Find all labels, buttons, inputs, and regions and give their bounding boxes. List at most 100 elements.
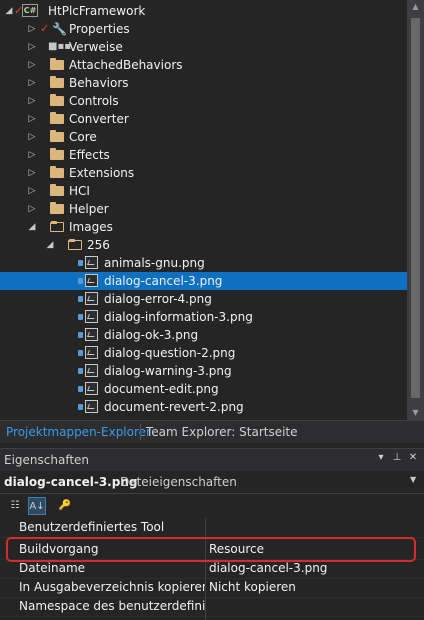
property-grid: Benutzerdefiniertes Tool Buildvorgang Re…	[0, 518, 424, 620]
image-file-icon	[85, 310, 98, 323]
tree-row-file[interactable]: dialog-ok-3.png	[0, 326, 407, 344]
tab-solution-explorer[interactable]: Projektmappen-Explorer	[2, 421, 155, 443]
folder-icon	[50, 148, 64, 160]
close-icon[interactable]: ✕	[406, 452, 420, 468]
column-divider[interactable]	[205, 518, 206, 620]
image-file-icon	[85, 256, 98, 269]
csharp-project-icon: C#	[22, 4, 38, 17]
collapse-arrow-icon[interactable]: ◢	[27, 218, 37, 236]
scroll-up-arrow-icon[interactable]: ▲	[407, 0, 424, 14]
property-row[interactable]: Dateiname dialog-cancel-3.png	[0, 559, 424, 579]
tree-item-label: Behaviors	[69, 76, 129, 90]
image-file-icon	[85, 400, 98, 413]
project-label: HtPlcFramework	[48, 4, 146, 18]
image-file-icon	[85, 364, 98, 377]
tree-row-folder[interactable]: ▷ Controls	[0, 92, 407, 110]
expand-arrow-icon[interactable]: ▷	[27, 38, 37, 56]
collapse-arrow-icon[interactable]: ◢	[4, 2, 14, 20]
property-row[interactable]: Namespace des benutzerdefinierten	[0, 597, 424, 617]
expand-arrow-icon[interactable]: ▷	[27, 56, 37, 74]
categorized-icon[interactable]: ☷	[6, 497, 24, 515]
tree-row-file[interactable]: dialog-information-3.png	[0, 308, 407, 326]
tree-item-label: Images	[69, 220, 113, 234]
file-label: dialog-error-4.png	[104, 292, 212, 306]
lock-icon	[78, 314, 83, 320]
lock-icon	[78, 296, 83, 302]
tree-row-file[interactable]: animals-gnu.png	[0, 254, 407, 272]
tree-row-file[interactable]: dialog-error-4.png	[0, 290, 407, 308]
image-file-icon	[85, 292, 98, 305]
tree-row-folder[interactable]: ▷ Effects	[0, 146, 407, 164]
tree-row-folder-images[interactable]: ◢ Images	[0, 218, 407, 236]
lock-icon	[78, 332, 83, 338]
file-label: dialog-ok-3.png	[104, 328, 199, 342]
property-pages-icon[interactable]: 🔑	[56, 497, 74, 515]
tree-row-folder-256[interactable]: ◢ 256	[0, 236, 407, 254]
tree-row-references[interactable]: ▷ ■▪▪ Verweise	[0, 38, 407, 56]
folder-open-icon	[68, 239, 82, 250]
expand-arrow-icon[interactable]: ▷	[27, 110, 37, 128]
folder-icon	[50, 76, 64, 88]
expand-arrow-icon[interactable]: ▷	[27, 20, 37, 38]
property-name: Namespace des benutzerdefinierten	[19, 599, 205, 613]
tree-row-file-selected[interactable]: dialog-cancel-3.png	[0, 272, 407, 290]
chevron-down-icon[interactable]: ▼	[410, 475, 416, 484]
pending-check-icon: ✓	[40, 22, 50, 35]
tree-row-folder[interactable]: ▷ HCI	[0, 182, 407, 200]
dropdown-icon[interactable]: ▾	[374, 452, 388, 468]
image-file-icon	[85, 382, 98, 395]
properties-panel-header: Eigenschaften ▾ ⊥ ✕	[0, 448, 424, 471]
references-icon: ■▪▪	[48, 41, 72, 52]
lock-icon	[78, 260, 83, 266]
file-label: dialog-warning-3.png	[104, 364, 232, 378]
image-file-icon	[85, 274, 98, 287]
expand-arrow-icon[interactable]: ▷	[27, 182, 37, 200]
tree-row-file[interactable]: document-edit.png	[0, 380, 407, 398]
tree-row-folder[interactable]: ▷ Extensions	[0, 164, 407, 182]
properties-title: Eigenschaften	[4, 453, 90, 467]
property-row[interactable]: In Ausgabeverzeichnis kopieren Nicht kop…	[0, 578, 424, 598]
scroll-thumb[interactable]	[411, 18, 420, 398]
tree-row-folder[interactable]: ▷ Behaviors	[0, 74, 407, 92]
file-label: dialog-cancel-3.png	[104, 274, 223, 288]
tree-item-label: Core	[69, 130, 97, 144]
highlight-box	[6, 537, 416, 562]
file-label: dialog-information-3.png	[104, 310, 253, 324]
expand-arrow-icon[interactable]: ▷	[27, 200, 37, 218]
tree-row-file[interactable]: dialog-warning-3.png	[0, 362, 407, 380]
expand-arrow-icon[interactable]: ▷	[27, 74, 37, 92]
tree-row-folder[interactable]: ▷ Core	[0, 128, 407, 146]
expand-arrow-icon[interactable]: ▷	[27, 164, 37, 182]
property-row[interactable]: Benutzerdefiniertes Tool	[0, 518, 424, 538]
explorer-tabs: Projektmappen-Explorer Team Explorer: St…	[0, 420, 424, 443]
expand-arrow-icon[interactable]: ▷	[27, 128, 37, 146]
collapse-arrow-icon[interactable]: ◢	[45, 236, 55, 254]
tab-team-explorer[interactable]: Team Explorer: Startseite	[142, 421, 302, 443]
folder-icon	[50, 166, 64, 178]
lock-icon	[78, 404, 83, 410]
tree-item-label: AttachedBehaviors	[69, 58, 183, 72]
tree-row-file[interactable]: document-revert-2.png	[0, 398, 407, 416]
alphabetical-icon[interactable]: A↓	[28, 497, 46, 515]
folder-icon	[50, 58, 64, 70]
tree-row-folder[interactable]: ▷ Converter	[0, 110, 407, 128]
tree-scrollbar[interactable]: ▲ ▼	[407, 0, 424, 420]
property-value[interactable]: Nicht kopieren	[209, 578, 419, 597]
solution-explorer-tree: ◢ ✓ C# HtPlcFramework ▷ ✓ 🔧 Properties ▷…	[0, 0, 407, 420]
property-name: Benutzerdefiniertes Tool	[19, 520, 165, 534]
tree-item-label: Effects	[69, 148, 110, 162]
tree-row-properties[interactable]: ▷ ✓ 🔧 Properties	[0, 20, 407, 38]
tree-row-project[interactable]: ◢ ✓ C# HtPlcFramework	[0, 2, 407, 20]
scroll-down-arrow-icon[interactable]: ▼	[407, 406, 424, 420]
expand-arrow-icon[interactable]: ▷	[27, 146, 37, 164]
file-label: document-revert-2.png	[104, 400, 244, 414]
pin-icon[interactable]: ⊥	[390, 452, 404, 468]
tree-row-folder[interactable]: ▷ Helper	[0, 200, 407, 218]
object-selector[interactable]: dialog-cancel-3.png Dateieigenschaften ▼	[0, 471, 424, 494]
file-label: animals-gnu.png	[104, 256, 205, 270]
tree-row-folder[interactable]: ▷ AttachedBehaviors	[0, 56, 407, 74]
tree-item-label: Controls	[69, 94, 119, 108]
image-file-icon	[85, 328, 98, 341]
expand-arrow-icon[interactable]: ▷	[27, 92, 37, 110]
tree-row-file[interactable]: dialog-question-2.png	[0, 344, 407, 362]
